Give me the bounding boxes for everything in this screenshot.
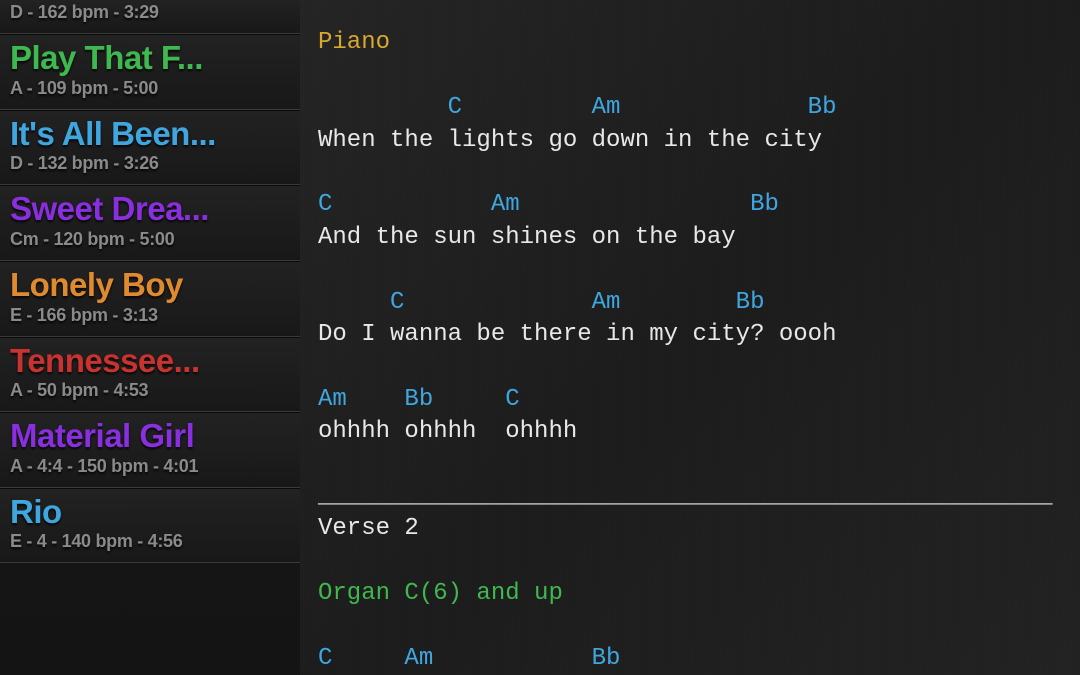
song-item[interactable]: D - 162 bpm - 3:29 <box>0 0 300 34</box>
section-divider: ________________________________________… <box>318 481 1062 513</box>
song-item-meta: D - 162 bpm - 3:29 <box>10 2 290 23</box>
lyric-line: ohhhh ohhhh ohhhh <box>318 416 1062 448</box>
song-item-title: Sweet Drea... <box>10 192 290 227</box>
song-item[interactable]: Tennessee... A - 50 bpm - 4:53 <box>0 337 300 413</box>
song-item-meta: Cm - 120 bpm - 5:00 <box>10 229 290 250</box>
chord-line: C Am Bb <box>318 92 1062 124</box>
song-item-meta: A - 4:4 - 150 bpm - 4:01 <box>10 456 290 477</box>
instruction-line: Organ C(6) and up <box>318 578 1062 610</box>
song-item[interactable]: Material Girl A - 4:4 - 150 bpm - 4:01 <box>0 412 300 488</box>
song-item[interactable]: Play That F... A - 109 bpm - 5:00 <box>0 34 300 110</box>
song-item-title: Rio <box>10 495 290 530</box>
lyric-line: When the lights go down in the city <box>318 125 1062 157</box>
section-label: Verse 2 <box>318 513 1062 545</box>
blank-line <box>318 60 1062 92</box>
blank-line <box>318 0 1062 27</box>
chord-line: C Am Bb <box>318 287 1062 319</box>
instruction-line: Piano <box>318 27 1062 59</box>
blank-line <box>318 254 1062 286</box>
song-item[interactable]: Sweet Drea... Cm - 120 bpm - 5:00 <box>0 185 300 261</box>
chord-chart-content: Piano C Am BbWhen the lights go down in … <box>318 0 1062 675</box>
blank-line <box>318 157 1062 189</box>
song-item-meta: E - 4 - 140 bpm - 4:56 <box>10 531 290 552</box>
song-item-meta: A - 109 bpm - 5:00 <box>10 78 290 99</box>
blank-line <box>318 546 1062 578</box>
song-item-meta: A - 50 bpm - 4:53 <box>10 380 290 401</box>
song-item[interactable]: Lonely Boy E - 166 bpm - 3:13 <box>0 261 300 337</box>
song-item-meta: D - 132 bpm - 3:26 <box>10 153 290 174</box>
song-item-title: Lonely Boy <box>10 268 290 303</box>
blank-line <box>318 610 1062 642</box>
song-item-title: It's All Been... <box>10 117 290 152</box>
song-item[interactable]: Rio E - 4 - 140 bpm - 4:56 <box>0 488 300 564</box>
song-item-meta: E - 166 bpm - 3:13 <box>10 305 290 326</box>
song-item-title: Material Girl <box>10 419 290 454</box>
song-item-title: Play That F... <box>10 41 290 76</box>
blank-line <box>318 351 1062 383</box>
app-root: D - 162 bpm - 3:29 Play That F... A - 10… <box>0 0 1080 675</box>
chord-chart-panel[interactable]: Piano C Am BbWhen the lights go down in … <box>300 0 1080 675</box>
lyric-line: And the sun shines on the bay <box>318 222 1062 254</box>
lyric-line: Do I wanna be there in my city? oooh <box>318 319 1062 351</box>
song-item[interactable]: It's All Been... D - 132 bpm - 3:26 <box>0 110 300 186</box>
chord-line: Am Bb C <box>318 384 1062 416</box>
song-item-title: Tennessee... <box>10 344 290 379</box>
song-list-sidebar: D - 162 bpm - 3:29 Play That F... A - 10… <box>0 0 300 675</box>
blank-line <box>318 448 1062 480</box>
chord-line: C Am Bb <box>318 643 1062 675</box>
chord-line: C Am Bb <box>318 189 1062 221</box>
